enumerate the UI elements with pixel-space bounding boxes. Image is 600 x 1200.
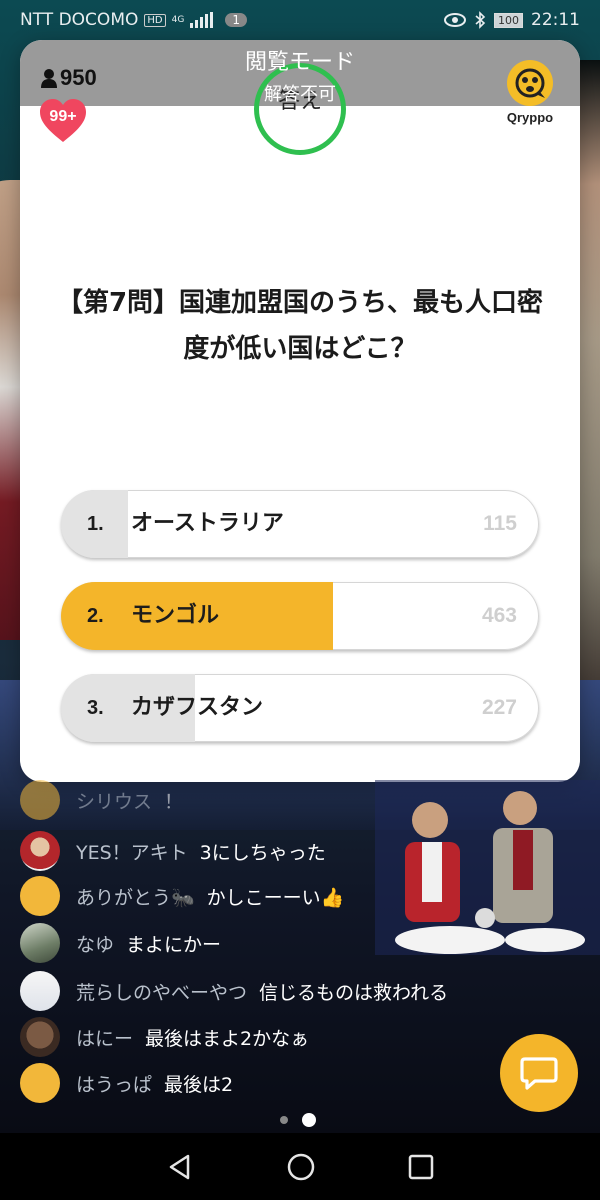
avatar bbox=[20, 971, 60, 1011]
host-video-inset bbox=[375, 780, 600, 955]
avatar bbox=[20, 1017, 60, 1057]
avatar bbox=[20, 876, 60, 916]
chat-message: ありがとう🐜 かしこーーい👍 bbox=[20, 876, 344, 916]
page-dot[interactable] bbox=[280, 1116, 288, 1124]
chat-message: シリウス ！ bbox=[20, 780, 183, 820]
chat-message: YES！アキト 3にしちゃった bbox=[20, 831, 326, 871]
chat-message: はうっぱ 最後は2 bbox=[20, 1063, 233, 1103]
chat-username: はにー bbox=[76, 1027, 134, 1050]
navigation-bar bbox=[0, 1133, 600, 1200]
open-chat-button[interactable] bbox=[500, 1034, 578, 1112]
chat-text: かしこーーい👍 bbox=[206, 886, 345, 909]
person-icon bbox=[41, 69, 57, 88]
logo-mark-icon bbox=[507, 60, 553, 106]
chat-username: 荒らしのやべーやつ bbox=[76, 981, 248, 1004]
recents-icon[interactable] bbox=[408, 1154, 434, 1180]
chat-username: はうっぱ bbox=[76, 1073, 153, 1096]
brand-wordmark: Qryppo bbox=[506, 110, 554, 125]
notification-badge: 1 bbox=[225, 13, 247, 27]
home-icon[interactable] bbox=[286, 1152, 316, 1182]
chat-text: 最後はまよ2かなぁ bbox=[145, 1027, 310, 1050]
viewer-counter: 950 bbox=[40, 65, 97, 91]
chat-text: 最後は2 bbox=[164, 1073, 234, 1096]
bluetooth-icon bbox=[475, 11, 486, 29]
chat-text: 信じるものは救われる bbox=[259, 981, 449, 1004]
option-count: 463 bbox=[481, 604, 517, 627]
chat-bubble-icon bbox=[520, 1057, 558, 1090]
avatar bbox=[20, 923, 60, 963]
hearts-badge: 99+ bbox=[49, 108, 77, 125]
chat-message: はにー 最後はまよ2かなぁ bbox=[20, 1017, 309, 1057]
chat-username: YES！アキト bbox=[76, 841, 188, 864]
option-number: 1. bbox=[87, 513, 104, 535]
status-bar: NTT DOCOMO HD 4G 1 100 22:11 bbox=[0, 0, 600, 40]
chat-username: ありがとう🐜 bbox=[76, 886, 195, 909]
option-count: 227 bbox=[481, 696, 517, 719]
option-number: 3. bbox=[87, 697, 104, 719]
chat-message: なゆ まよにかー bbox=[20, 923, 221, 963]
option-number: 2. bbox=[87, 605, 104, 627]
avatar bbox=[20, 831, 60, 871]
network-type: 4G bbox=[171, 14, 185, 25]
avatar bbox=[20, 780, 60, 820]
chat-message: 荒らしのやべーやつ 信じるものは救われる bbox=[20, 971, 448, 1011]
question-text: 【第7問】国連加盟国のうち、最も人口密度が低い国はどこ？ bbox=[56, 288, 544, 364]
option-label: オーストラリア bbox=[131, 511, 284, 536]
chat-text: ！ bbox=[164, 790, 184, 813]
answer-option-3[interactable]: 3. カザフスタン 227 bbox=[61, 674, 539, 742]
option-label: モンゴル bbox=[131, 603, 220, 628]
viewer-count: 950 bbox=[60, 65, 97, 90]
quiz-card: 答え 閲覧モード 解答不可 950 99+ Qryppo 【第7問】国連加盟国の… bbox=[20, 40, 580, 782]
eye-icon bbox=[444, 13, 466, 27]
answer-option-2[interactable]: 2. モンゴル 463 bbox=[61, 582, 539, 650]
avatar bbox=[20, 1063, 60, 1103]
option-count: 115 bbox=[483, 512, 517, 535]
chat-username: シリウス bbox=[76, 790, 153, 813]
carrier-name: NTT DOCOMO bbox=[20, 10, 139, 30]
answer-timer: 答え bbox=[254, 63, 346, 155]
mode-title: 閲覧モード bbox=[244, 50, 355, 75]
hd-badge: HD bbox=[144, 13, 166, 27]
heart-button[interactable]: 99+ bbox=[38, 98, 88, 144]
clock: 22:11 bbox=[531, 10, 580, 30]
answer-option-1[interactable]: 1. オーストラリア 115 bbox=[61, 490, 539, 558]
chat-text: まよにかー bbox=[126, 933, 222, 956]
signal-icon bbox=[190, 12, 214, 28]
page-dot-active[interactable] bbox=[302, 1113, 316, 1127]
chat-username: なゆ bbox=[76, 933, 115, 956]
mode-subtitle: 解答不可 bbox=[264, 84, 336, 105]
battery-icon: 100 bbox=[494, 12, 523, 28]
brand-logo: Qryppo bbox=[500, 60, 560, 125]
option-label: カザフスタン bbox=[131, 695, 264, 720]
page-indicator bbox=[280, 1113, 316, 1127]
back-icon[interactable] bbox=[166, 1153, 194, 1181]
chat-text: 3にしちゃった bbox=[199, 841, 326, 864]
